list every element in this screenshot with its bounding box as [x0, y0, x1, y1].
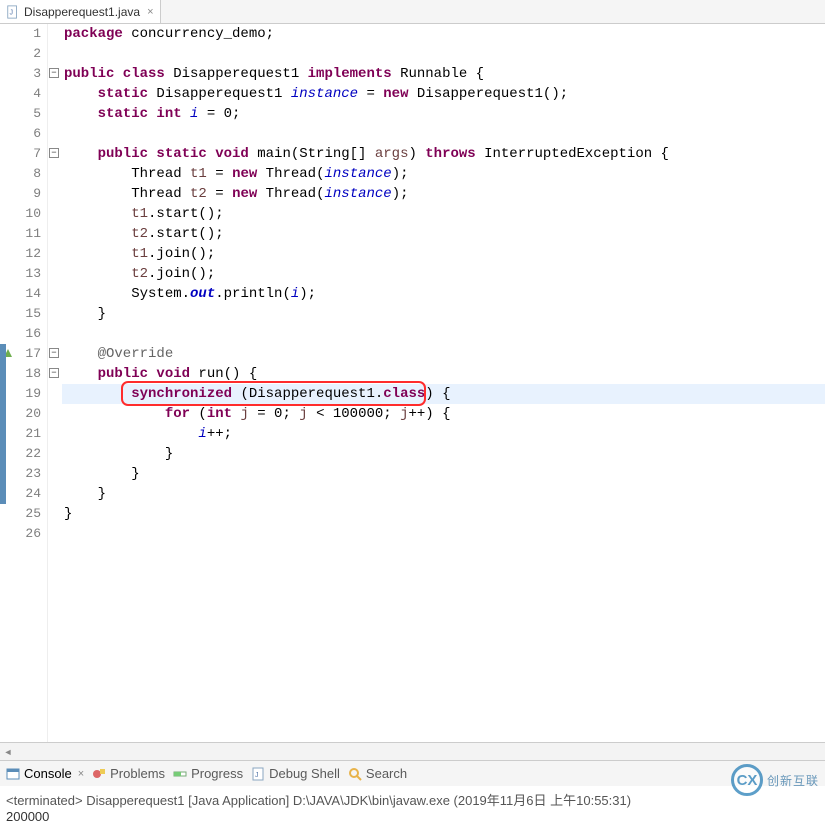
code-line: System.out.println(i);: [64, 284, 825, 304]
fold-toggle-icon[interactable]: −: [49, 348, 59, 358]
console-output-line: 200000: [6, 809, 819, 824]
tab-filename: Disapperequest1.java: [24, 5, 140, 19]
code-editor[interactable]: 1 2 3 4 5 6 7 8 9 10 11 12 13 14 15 16 1…: [0, 24, 825, 742]
svg-text:J: J: [255, 772, 259, 779]
tab-problems[interactable]: Problems: [92, 766, 165, 781]
tab-label: Progress: [191, 766, 243, 781]
editor-tab[interactable]: J Disapperequest1.java ×: [0, 0, 161, 23]
console-icon: [6, 767, 20, 781]
tab-label: Search: [366, 766, 407, 781]
line-number: 19: [18, 384, 41, 404]
console-output[interactable]: <terminated> Disapperequest1 [Java Appli…: [0, 786, 825, 828]
line-number: 17: [18, 344, 41, 364]
watermark-text: 创新互联: [767, 772, 819, 789]
watermark-logo: CX: [731, 764, 763, 796]
line-number: 14: [18, 284, 41, 304]
line-number: 18: [18, 364, 41, 384]
tab-console[interactable]: Console ×: [6, 766, 84, 781]
tab-label: Problems: [110, 766, 165, 781]
svg-text:J: J: [10, 9, 14, 16]
problems-icon: [92, 767, 106, 781]
code-line: t2.start();: [64, 224, 825, 244]
code-line: Thread t1 = new Thread(instance);: [64, 164, 825, 184]
code-line: }: [64, 484, 825, 504]
tab-close-icon[interactable]: ×: [144, 6, 153, 18]
line-number: 4: [18, 84, 41, 104]
debug-shell-icon: J: [251, 767, 265, 781]
fold-column: − − − −: [48, 24, 62, 742]
code-line: i++;: [64, 424, 825, 444]
code-line: }: [64, 504, 825, 524]
code-line: [64, 524, 825, 544]
editor-tab-bar: J Disapperequest1.java ×: [0, 0, 825, 24]
code-line: static Disapperequest1 instance = new Di…: [64, 84, 825, 104]
code-line: t2.join();: [64, 264, 825, 284]
line-number: 20: [18, 404, 41, 424]
code-line: [64, 124, 825, 144]
line-number: 22: [18, 444, 41, 464]
code-line: }: [64, 304, 825, 324]
code-area[interactable]: package concurrency_demo; public class D…: [62, 24, 825, 742]
line-number: 26: [18, 524, 41, 544]
code-line: [64, 324, 825, 344]
line-number: 3: [18, 64, 41, 84]
line-number: 16: [18, 324, 41, 344]
fold-toggle-icon[interactable]: −: [49, 68, 59, 78]
line-number: 5: [18, 104, 41, 124]
java-file-icon: J: [6, 5, 20, 19]
line-number: 23: [18, 464, 41, 484]
tab-progress[interactable]: Progress: [173, 766, 243, 781]
code-line: Thread t2 = new Thread(instance);: [64, 184, 825, 204]
scroll-left-icon[interactable]: ◄: [0, 743, 16, 760]
code-line: for (int j = 0; j < 100000; j++) {: [64, 404, 825, 424]
console-terminated-line: <terminated> Disapperequest1 [Java Appli…: [6, 790, 819, 809]
code-line: public class Disapperequest1 implements …: [64, 64, 825, 84]
code-line: @Override: [64, 344, 825, 364]
tab-label: Console: [24, 766, 72, 781]
line-number: 8: [18, 164, 41, 184]
tab-debug-shell[interactable]: J Debug Shell: [251, 766, 340, 781]
line-number: 9: [18, 184, 41, 204]
bottom-view-tabs: Console × Problems Progress J Debug Shel…: [0, 760, 825, 786]
code-line: package concurrency_demo;: [64, 24, 825, 44]
line-number: 25: [18, 504, 41, 524]
line-number-ruler: 1 2 3 4 5 6 7 8 9 10 11 12 13 14 15 16 1…: [18, 24, 48, 742]
code-line: public static void main(String[] args) t…: [64, 144, 825, 164]
code-line: static int i = 0;: [64, 104, 825, 124]
code-line: t1.join();: [64, 244, 825, 264]
line-number: 10: [18, 204, 41, 224]
horizontal-scrollbar[interactable]: ◄: [0, 742, 825, 760]
fold-toggle-icon[interactable]: −: [49, 148, 59, 158]
tab-close-icon[interactable]: ×: [76, 768, 84, 780]
line-number: 24: [18, 484, 41, 504]
line-number: 13: [18, 264, 41, 284]
annotation-highlight-box: [121, 381, 426, 406]
line-number: 15: [18, 304, 41, 324]
code-line: }: [64, 444, 825, 464]
fold-toggle-icon[interactable]: −: [49, 368, 59, 378]
line-number: 1: [18, 24, 41, 44]
tab-label: Debug Shell: [269, 766, 340, 781]
progress-icon: [173, 767, 187, 781]
code-line: t1.start();: [64, 204, 825, 224]
code-line: }: [64, 464, 825, 484]
code-line: [64, 44, 825, 64]
change-marker: [0, 344, 6, 504]
line-number: 21: [18, 424, 41, 444]
line-number: 6: [18, 124, 41, 144]
tab-search[interactable]: Search: [348, 766, 407, 781]
line-number: 7: [18, 144, 41, 164]
line-number: 11: [18, 224, 41, 244]
search-icon: [348, 767, 362, 781]
watermark: CX 创新互联: [731, 764, 819, 796]
line-number: 2: [18, 44, 41, 64]
line-number: 12: [18, 244, 41, 264]
